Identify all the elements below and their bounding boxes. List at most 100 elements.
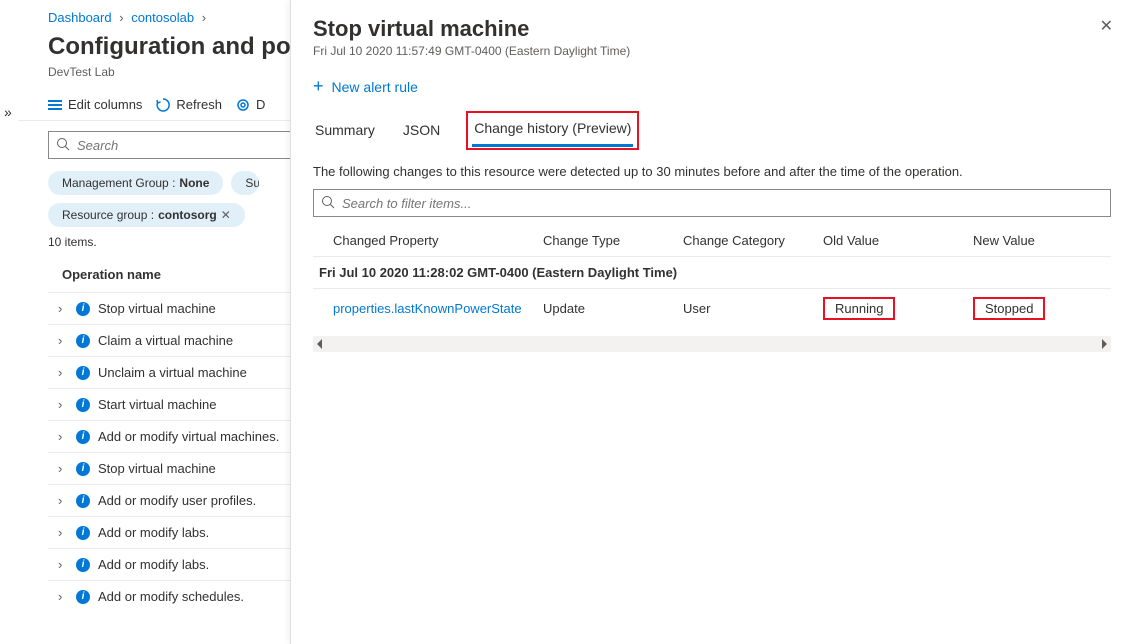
list-item[interactable]: ›iAdd or modify virtual machines. xyxy=(48,420,310,452)
detail-panel: ✕ Stop virtual machine Fri Jul 10 2020 1… xyxy=(290,0,1133,644)
info-icon: i xyxy=(76,398,90,412)
gear-icon xyxy=(236,98,250,112)
list-item[interactable]: › i Unclaim a virtual machine xyxy=(48,356,310,388)
operation-label: Start virtual machine xyxy=(98,397,217,412)
search-icon xyxy=(321,195,335,209)
breadcrumb-dashboard[interactable]: Dashboard xyxy=(48,10,112,25)
new-alert-label: New alert rule xyxy=(332,79,418,95)
page-subtitle: DevTest Lab xyxy=(18,65,310,79)
cell-change-type: Update xyxy=(543,301,683,316)
chevron-right-icon: › xyxy=(58,301,68,316)
filter-management-group[interactable]: Management Group : None xyxy=(48,171,223,195)
list-item[interactable]: › i Stop virtual machine xyxy=(48,452,310,484)
columns-icon xyxy=(48,98,62,112)
chevron-right-icon: › xyxy=(58,493,68,508)
operation-label: Add or modify schedules. xyxy=(98,589,244,604)
filter-mg-label: Management Group : xyxy=(62,176,175,190)
plus-icon: + xyxy=(313,76,324,97)
cell-change-category: User xyxy=(683,301,823,316)
tab-summary[interactable]: Summary xyxy=(313,116,377,146)
info-icon: i xyxy=(76,302,90,316)
chevron-right-icon: › xyxy=(58,397,68,412)
toolbar-third-label: D xyxy=(256,97,265,112)
changed-property-link[interactable]: properties.lastKnownPowerState xyxy=(333,301,522,316)
operation-label: Add or modify labs. xyxy=(98,557,209,572)
panel-description: The following changes to this resource w… xyxy=(313,164,1111,179)
list-item[interactable]: › i Add or modify labs. xyxy=(48,548,310,580)
chevron-right-icon: › xyxy=(202,10,206,25)
group-row-timestamp: Fri Jul 10 2020 11:28:02 GMT-0400 (Easte… xyxy=(313,256,1111,288)
search-input[interactable] xyxy=(48,131,298,159)
highlight-box: Change history (Preview) xyxy=(466,111,639,150)
info-icon: i xyxy=(76,366,90,380)
close-icon[interactable]: ✕ xyxy=(221,208,231,222)
operation-label: Add or modify user profiles. xyxy=(98,493,256,508)
header-change-type: Change Type xyxy=(543,233,683,248)
operation-label: Claim a virtual machine xyxy=(98,333,233,348)
refresh-label: Refresh xyxy=(176,97,222,112)
operation-label: Unclaim a virtual machine xyxy=(98,365,247,380)
expand-right-icon[interactable]: » xyxy=(4,104,12,120)
edit-columns-label: Edit columns xyxy=(68,97,142,112)
chevron-right-icon: › xyxy=(58,461,68,476)
breadcrumb-lab[interactable]: contosolab xyxy=(131,10,194,25)
info-icon: i xyxy=(76,462,90,476)
info-icon: i xyxy=(76,334,90,348)
tab-change-history[interactable]: Change history (Preview) xyxy=(472,114,633,147)
chevron-right-icon: › xyxy=(58,365,68,380)
header-new-value: New Value xyxy=(973,233,1111,248)
grid-header: Changed Property Change Type Change Cate… xyxy=(313,227,1111,256)
chevron-right-icon: › xyxy=(58,429,68,444)
filter-sub-label: Su xyxy=(245,176,259,190)
items-count: 10 items. xyxy=(48,235,310,249)
chevron-right-icon: › xyxy=(58,525,68,540)
info-icon: i xyxy=(76,494,90,508)
search-box xyxy=(48,131,310,159)
refresh-button[interactable]: Refresh xyxy=(156,97,222,112)
info-icon: i xyxy=(76,558,90,572)
filter-rg-value: contosorg xyxy=(158,208,217,222)
list-item[interactable]: › i Stop virtual machine xyxy=(48,292,310,324)
chevron-right-icon: › xyxy=(58,589,68,604)
list-item[interactable]: › i Add or modify labs. xyxy=(48,516,310,548)
page-title: Configuration and policies xyxy=(18,33,310,61)
info-icon: i xyxy=(76,590,90,604)
panel-title: Stop virtual machine xyxy=(313,16,1111,42)
operation-list: › i Stop virtual machine › i Claim a virtual… xyxy=(48,292,310,612)
close-button[interactable]: ✕ xyxy=(1100,16,1113,36)
list-item[interactable]: › i Add or modify schedules. xyxy=(48,580,310,612)
operation-label: Stop virtual machine xyxy=(98,301,216,316)
new-alert-button[interactable]: + New alert rule xyxy=(313,76,1111,97)
filter-resource-group[interactable]: Resource group : contosorg ✕ xyxy=(48,203,245,227)
filter-box xyxy=(313,189,1111,217)
operation-label: Add or modify labs. xyxy=(98,525,209,540)
filter-mg-value: None xyxy=(179,176,209,190)
chevron-right-icon: › xyxy=(58,333,68,348)
filter-input[interactable] xyxy=(313,189,1111,217)
info-icon: i xyxy=(76,526,90,540)
list-item[interactable]: › i Claim a virtual machine xyxy=(48,324,310,356)
table-row[interactable]: properties.lastKnownPowerState Update Us… xyxy=(313,288,1111,328)
header-old-value: Old Value xyxy=(823,233,973,248)
horizontal-scrollbar[interactable] xyxy=(313,336,1111,352)
chevron-right-icon: › xyxy=(58,557,68,572)
panel-timestamp: Fri Jul 10 2020 11:57:49 GMT-0400 (Easte… xyxy=(313,44,1111,58)
breadcrumb: Dashboard › contosolab › xyxy=(18,0,310,31)
operation-label: Add or modify virtual machines. xyxy=(98,429,279,444)
tab-json[interactable]: JSON xyxy=(401,116,442,146)
header-changed-property: Changed Property xyxy=(333,233,543,248)
refresh-icon xyxy=(156,98,170,112)
chevron-right-icon: › xyxy=(119,10,123,25)
list-item[interactable]: › i Add or modify user profiles. xyxy=(48,484,310,516)
column-header-operation: Operation name xyxy=(48,261,310,292)
list-item[interactable]: › i Start virtual machine xyxy=(48,388,310,420)
search-icon xyxy=(56,137,70,151)
filter-subscription[interactable]: Su xyxy=(231,171,259,195)
filter-rg-label: Resource group : xyxy=(62,208,154,222)
toolbar: Edit columns Refresh D xyxy=(18,79,310,121)
operation-label: Stop virtual machine xyxy=(98,461,216,476)
toolbar-third-button[interactable]: D xyxy=(236,97,265,112)
cell-old-value: Running xyxy=(823,297,895,320)
header-change-category: Change Category xyxy=(683,233,823,248)
edit-columns-button[interactable]: Edit columns xyxy=(48,97,142,112)
